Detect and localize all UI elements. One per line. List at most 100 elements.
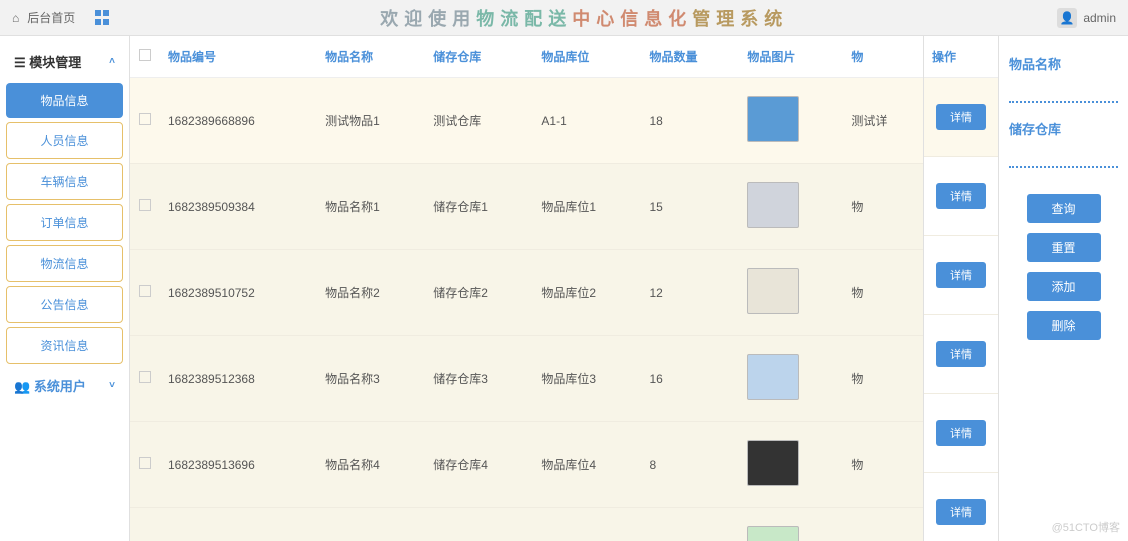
detail-button[interactable]: 详情 [936, 341, 986, 367]
cell-qty: 15 [642, 164, 740, 250]
table-row: 1682389668896测试物品1测试仓库A1-118 测试详 [130, 78, 923, 164]
app-title: 欢迎使用物流配送中心信息化管理系统 [111, 5, 1057, 31]
row-checkbox[interactable] [139, 285, 151, 297]
row-checkbox[interactable] [139, 199, 151, 211]
sidebar-item-5[interactable]: 公告信息 [6, 286, 123, 323]
table-row: 1682389513696物品名称4储存仓库4物品库位48 物 [130, 422, 923, 508]
detail-button[interactable]: 详情 [936, 104, 986, 130]
topbar: ⌂ 后台首页 欢迎使用物流配送中心信息化管理系统 👤 admin [0, 0, 1128, 36]
detail-button[interactable]: 详情 [936, 183, 986, 209]
add-button[interactable]: 添加 [1027, 272, 1101, 301]
sidebar-item-0[interactable]: 物品信息 [6, 83, 123, 118]
user-menu[interactable]: 👤 admin [1057, 8, 1116, 28]
home-text: 后台首页 [27, 9, 75, 26]
avatar-icon: 👤 [1057, 8, 1077, 28]
cell-name: 物品名称2 [317, 250, 425, 336]
sidebar-item-3[interactable]: 订单信息 [6, 204, 123, 241]
cell-wh: 储存仓库4 [425, 422, 533, 508]
cell-id: 1682389668896 [160, 78, 317, 164]
action-cell: 详情 [924, 236, 998, 315]
col-header: 物 [843, 36, 923, 78]
thumbnail-icon [747, 182, 799, 228]
cell-id: 1682389510752 [160, 250, 317, 336]
cell-id: 1682389513696 [160, 422, 317, 508]
user-name: admin [1083, 11, 1116, 25]
cell-wh: 测试仓库 [425, 78, 533, 164]
cell-qty: 12 [642, 250, 740, 336]
items-table: 物品编号物品名称储存仓库物品库位物品数量物品图片物 1682389668896测… [130, 36, 923, 541]
detail-button[interactable]: 详情 [936, 420, 986, 446]
action-cell: 详情 [924, 394, 998, 473]
filter-panel: 物品名称 储存仓库 查询 重置 添加 删除 [998, 36, 1128, 541]
cell-extra: 物 [843, 336, 923, 422]
sidebar-item-4[interactable]: 物流信息 [6, 245, 123, 282]
cell-extra: 测试详 [843, 78, 923, 164]
home-link[interactable]: ⌂ 后台首页 [12, 9, 75, 26]
col-header: 物品名称 [317, 36, 425, 78]
thumbnail-icon [747, 96, 799, 142]
col-header: 物品库位 [533, 36, 641, 78]
nav-group-module[interactable]: ☰ 模块管理 ˄ [0, 44, 129, 79]
cell-qty: 18 [642, 78, 740, 164]
action-header: 操作 [924, 36, 998, 78]
cell-wh: 储存仓库3 [425, 336, 533, 422]
cell-extra: 物 [843, 250, 923, 336]
table-area: 物品编号物品名称储存仓库物品库位物品数量物品图片物 1682389668896测… [130, 36, 923, 541]
cell-img [739, 250, 843, 336]
cell-name: 物品名称4 [317, 422, 425, 508]
cell-img [739, 508, 843, 541]
cell-qty: 16 [642, 336, 740, 422]
cell-name: 测试物品1 [317, 78, 425, 164]
cell-id: 1682389514880 [160, 508, 317, 541]
row-checkbox[interactable] [139, 457, 151, 469]
cell-wh: 储存仓库1 [425, 164, 533, 250]
cell-img [739, 336, 843, 422]
filter-name-label: 物品名称 [1009, 54, 1118, 73]
sidebar: ☰ 模块管理 ˄ 物品信息人员信息车辆信息订单信息物流信息公告信息资讯信息 👥 … [0, 36, 130, 541]
cell-extra: 物 [843, 508, 923, 541]
row-checkbox[interactable] [139, 371, 151, 383]
cell-loc: 物品库位3 [533, 336, 641, 422]
cell-qty: 10 [642, 508, 740, 541]
thumbnail-icon [747, 268, 799, 314]
delete-button[interactable]: 删除 [1027, 311, 1101, 340]
action-cell: 详情 [924, 157, 998, 236]
row-checkbox[interactable] [139, 113, 151, 125]
cell-loc: 物品库位1 [533, 164, 641, 250]
cell-img [739, 78, 843, 164]
col-header: 物品图片 [739, 36, 843, 78]
detail-button[interactable]: 详情 [936, 499, 986, 525]
cell-extra: 物 [843, 422, 923, 508]
search-button[interactable]: 查询 [1027, 194, 1101, 223]
chevron-up-icon: ˄ [109, 56, 115, 67]
cell-wh: 储存仓库5 [425, 508, 533, 541]
cell-loc: 物品库位4 [533, 422, 641, 508]
nav-group-user-label: 系统用户 [34, 379, 86, 394]
nav-group-user[interactable]: 👥 系统用户 ˅ [0, 368, 129, 403]
thumbnail-icon [747, 526, 799, 541]
cell-img [739, 164, 843, 250]
nav-group-module-label: 模块管理 [29, 55, 81, 70]
detail-button[interactable]: 详情 [936, 262, 986, 288]
filter-warehouse-label: 储存仓库 [1009, 119, 1118, 138]
select-all-checkbox[interactable] [139, 49, 151, 61]
grid-icon[interactable] [95, 10, 111, 26]
col-header: 物品编号 [160, 36, 317, 78]
sidebar-item-2[interactable]: 车辆信息 [6, 163, 123, 200]
table-row: 1682389509384物品名称1储存仓库1物品库位115物 [130, 164, 923, 250]
cell-loc: A1-1 [533, 78, 641, 164]
reset-button[interactable]: 重置 [1027, 233, 1101, 262]
cell-id: 1682389509384 [160, 164, 317, 250]
cell-qty: 8 [642, 422, 740, 508]
action-cell: 详情 [924, 315, 998, 394]
sidebar-item-1[interactable]: 人员信息 [6, 122, 123, 159]
home-icon: ⌂ [12, 11, 19, 25]
cell-extra: 物 [843, 164, 923, 250]
cell-name: 物品名称5 [317, 508, 425, 541]
action-cell: 详情 [924, 78, 998, 157]
cell-loc: 物品库位5 [533, 508, 641, 541]
sidebar-item-6[interactable]: 资讯信息 [6, 327, 123, 364]
filter-warehouse-input[interactable] [1009, 148, 1118, 168]
filter-name-input[interactable] [1009, 83, 1118, 103]
cell-wh: 储存仓库2 [425, 250, 533, 336]
